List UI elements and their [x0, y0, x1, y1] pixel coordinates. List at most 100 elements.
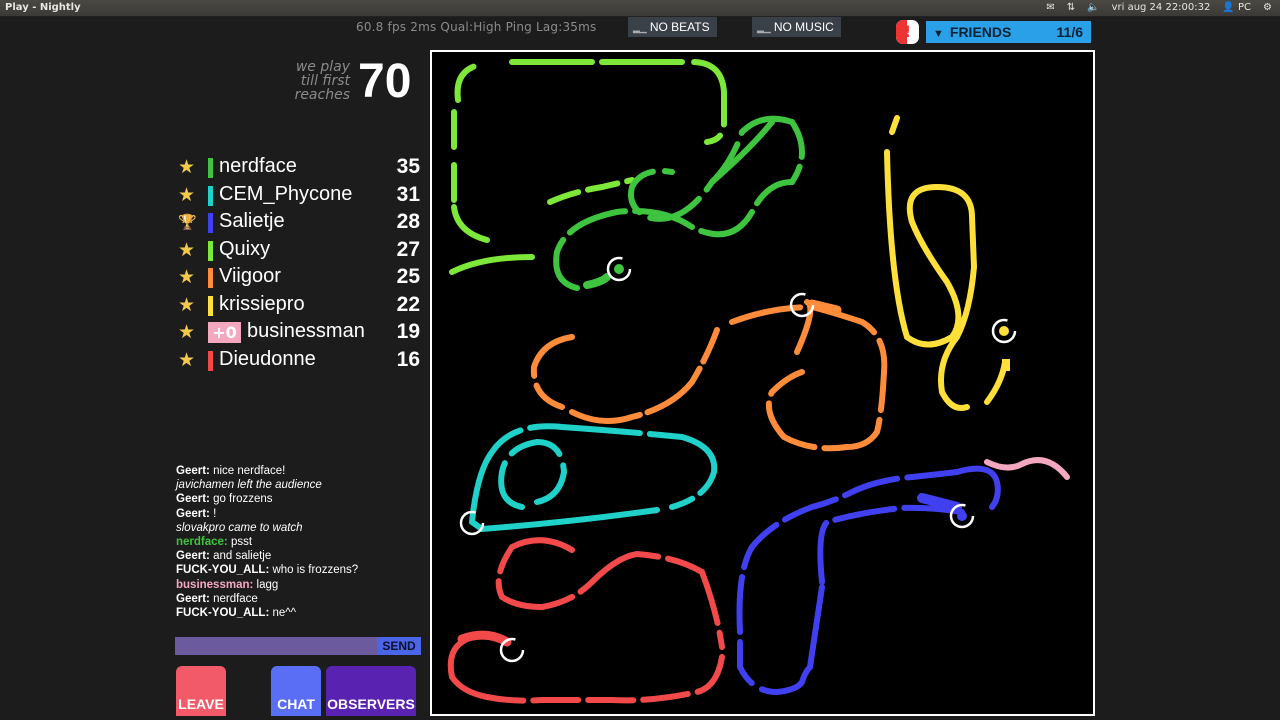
chat-input[interactable]	[175, 637, 377, 655]
player-row: ★ krissiepro 22	[178, 292, 424, 320]
chat-button[interactable]: CHAT	[271, 666, 321, 716]
player-row: 🏆 Salietje 28	[178, 209, 424, 237]
sound-off-icon: ▂▁	[633, 23, 647, 33]
chat-text: go frozzens	[209, 493, 273, 506]
player-name: Dieudonne	[219, 347, 316, 370]
send-button[interactable]: SEND	[377, 637, 421, 655]
chat-username[interactable]: nerdface:	[176, 536, 228, 548]
player-score: 27	[396, 237, 420, 261]
chat-message: Geert: and salietje	[176, 549, 426, 563]
system-tray: ✉ ⇅ 🔈 vri aug 24 22:00:32 👤 PC ⚙	[1046, 0, 1272, 16]
goal-text-line: till first	[300, 73, 350, 89]
chat-username[interactable]: businessman:	[176, 579, 253, 591]
player-score: 31	[396, 182, 420, 206]
chat-message: businessman: lagg	[176, 578, 426, 592]
arena-trails	[447, 59, 1070, 704]
no-music-button[interactable]: ▂▁ NO MUSIC	[752, 17, 841, 37]
chat-text: lagg	[253, 578, 279, 591]
chat-username[interactable]: Geert:	[176, 508, 210, 520]
star-icon: ★	[178, 348, 196, 371]
star-icon: ★	[178, 238, 196, 261]
head-krissiepro-dot	[999, 326, 1009, 336]
game-arena[interactable]	[430, 50, 1095, 716]
player-color-bar	[208, 350, 213, 371]
triangle-down-icon: ▼	[933, 28, 944, 40]
player-name: nerdface	[219, 155, 297, 177]
player-row: ★ +0 businessman 19	[178, 319, 424, 347]
player-color-bar	[208, 158, 213, 178]
goal-text: we play till first reaches	[290, 60, 350, 102]
player-name: CEM_Phycone	[219, 182, 353, 205]
player-name: businessman	[247, 320, 365, 342]
user-name: PC	[1238, 2, 1252, 13]
player-name: Viigoor	[219, 265, 281, 287]
user-menu[interactable]: 👤 PC	[1222, 0, 1251, 16]
chat-text: who is frozzens?	[269, 564, 359, 577]
player-color-bar	[208, 240, 213, 261]
no-beats-label: NO BEATS	[649, 20, 710, 34]
chat-message: Geert: nice nerdface!	[176, 464, 426, 478]
gear-icon[interactable]: ⚙	[1263, 0, 1272, 16]
head-salietje-dot	[957, 511, 967, 521]
chat-username[interactable]: FUCK-YOU_ALL:	[176, 607, 269, 619]
chat-message: nerdface: psst	[176, 535, 426, 549]
player-name: Salietje	[219, 210, 285, 232]
chat-username[interactable]: FUCK-YOU_ALL:	[176, 564, 269, 576]
no-beats-button[interactable]: ▂▁ NO BEATS	[628, 17, 717, 37]
volume-icon[interactable]: 🔈	[1087, 0, 1099, 16]
trail-nerdface	[553, 115, 805, 291]
chat-username[interactable]: Geert:	[176, 465, 210, 477]
player-row: ★ CEM_Phycone 31	[178, 182, 424, 210]
star-icon: ★	[178, 293, 196, 316]
player-score: 19	[396, 320, 420, 343]
trail-krissiepro	[884, 115, 1010, 411]
chat-text: and salietje	[209, 550, 272, 563]
chat-message: Geert: go frozzens	[176, 492, 426, 506]
player-color-bar	[208, 268, 213, 288]
chat-message: FUCK-YOU_ALL: who is frozzens?	[176, 563, 426, 577]
player-row: ★ Viigoor 25	[178, 264, 424, 292]
os-top-bar: Play - Nightly ✉ ⇅ 🔈 vri aug 24 22:00:32…	[0, 0, 1280, 17]
goal-text-line: we play	[295, 59, 350, 75]
network-icon[interactable]: ⇅	[1067, 0, 1075, 16]
score-delta-badge: +0	[208, 322, 241, 343]
leave-button[interactable]: LEAVE	[176, 666, 226, 716]
star-icon: ★	[178, 156, 196, 178]
chat-text: nerdface	[209, 592, 258, 605]
alert-icon: !	[903, 22, 912, 41]
player-color-bar	[208, 213, 213, 233]
trail-businessman	[984, 457, 1070, 480]
player-score: 16	[396, 347, 420, 371]
alert-button[interactable]: !	[896, 20, 919, 44]
player-score: 35	[396, 155, 420, 178]
observers-button[interactable]: OBSERVERS	[326, 666, 416, 716]
trail-quixy	[449, 59, 727, 275]
chat-log: Geert: nice nerdface! javichamen left the…	[176, 464, 426, 620]
player-name: Quixy	[219, 237, 271, 260]
player-score: 28	[396, 210, 420, 233]
performance-stats: 60.8 fps 2ms Qual:High Ping Lag:35ms	[356, 20, 597, 34]
music-off-icon: ▂▁	[757, 23, 771, 33]
chat-message: Geert: !	[176, 507, 426, 521]
head-nerdface-dot	[614, 264, 624, 274]
window-title: Play - Nightly	[5, 2, 81, 13]
goal-text-line: reaches	[294, 87, 350, 103]
chat-username[interactable]: Geert:	[176, 493, 210, 505]
scoreboard: ★ nerdface 35 ★ CEM_Phycone 31 🏆 Salietje 28 ★ Qui…	[178, 154, 424, 374]
trail-salietje	[736, 465, 1001, 696]
chat-message: Geert: nerdface	[176, 592, 426, 606]
player-color-bar	[208, 295, 213, 316]
trophy-icon: 🏆	[178, 213, 197, 231]
player-score: 22	[396, 292, 420, 316]
chat-text: !	[209, 507, 217, 520]
clock[interactable]: vri aug 24 22:00:32	[1112, 0, 1211, 16]
player-row: ★ nerdface 35	[178, 154, 424, 182]
chat-system-text: javichamen left the audience	[176, 479, 322, 492]
player-name: krissiepro	[219, 292, 305, 315]
friends-dropdown[interactable]: ▼ FRIENDS 11/6	[926, 21, 1091, 43]
chat-message: slovakpro came to watch	[176, 521, 426, 535]
player-color-bar	[208, 185, 213, 206]
mail-icon[interactable]: ✉	[1046, 0, 1054, 16]
chat-username[interactable]: Geert:	[176, 593, 210, 605]
chat-username[interactable]: Geert:	[176, 550, 210, 562]
